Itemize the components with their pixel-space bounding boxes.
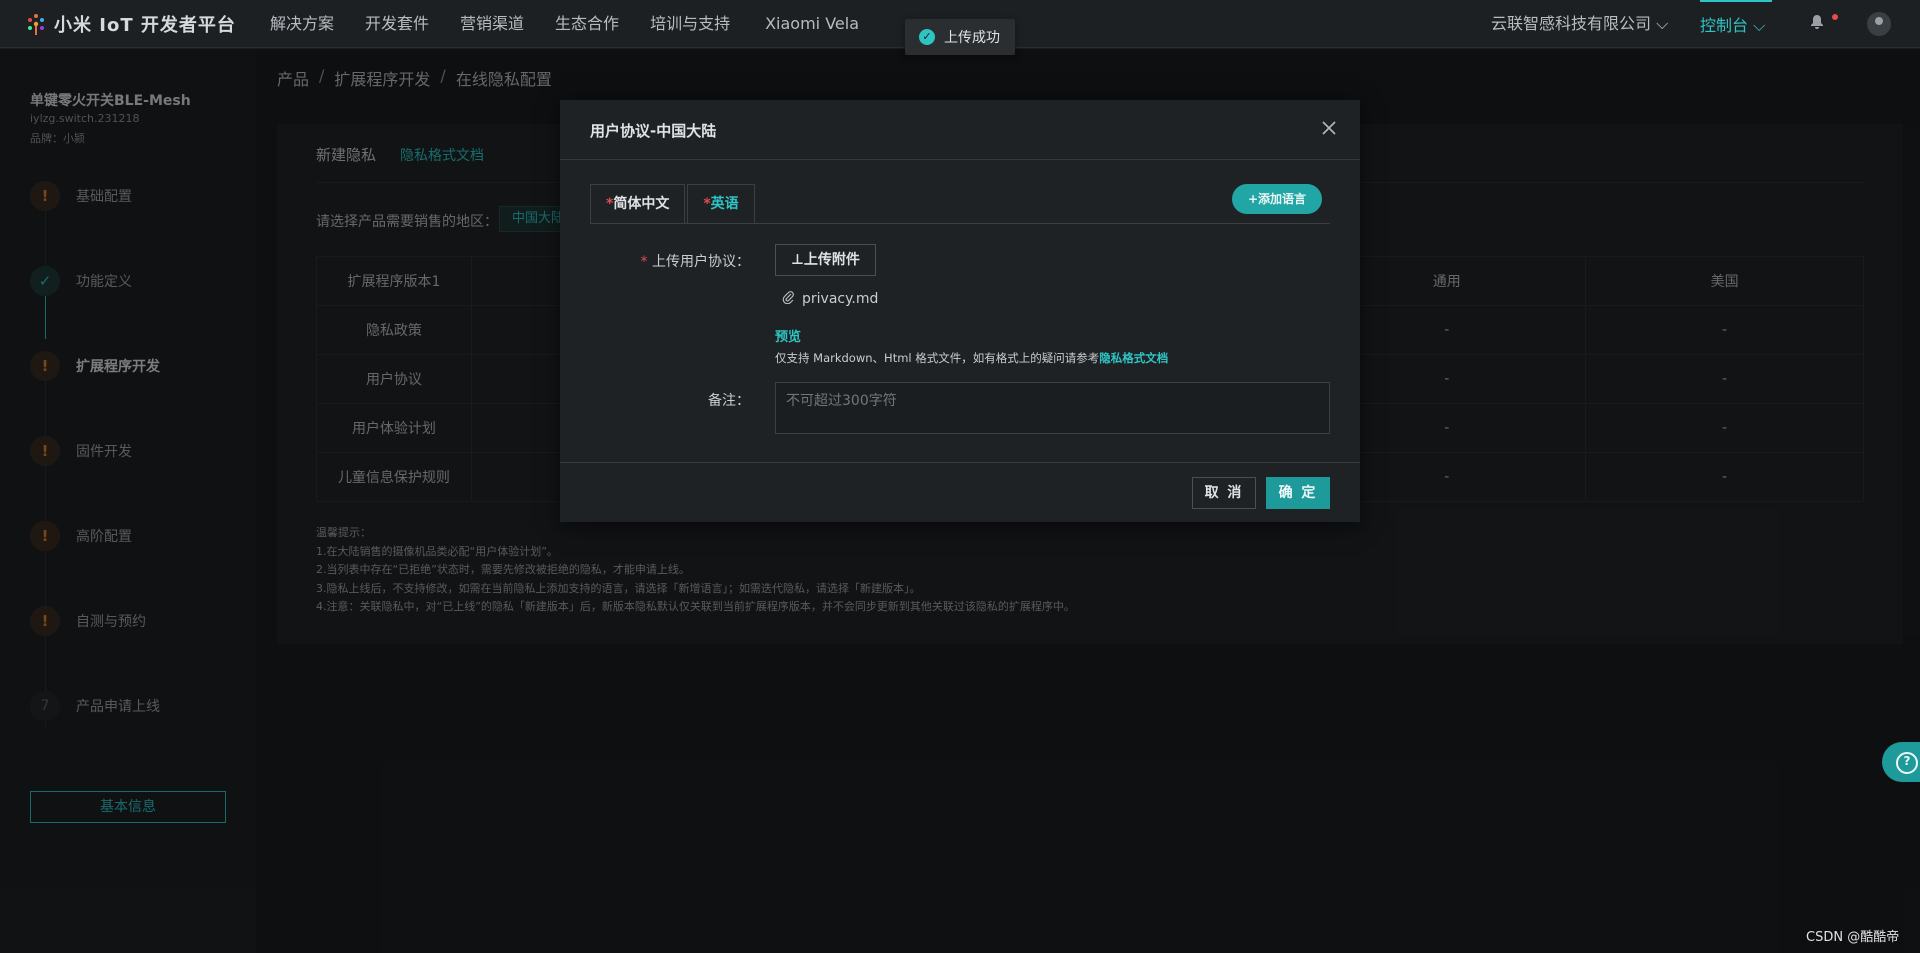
dialog-title: 用户协议-中国大陆 (590, 122, 717, 140)
watermark: CSDN @酷酷帝 (1806, 930, 1900, 945)
preview-link[interactable]: 预览 (775, 326, 801, 345)
uploaded-file[interactable]: privacy.md (782, 290, 878, 308)
upload-attachment-button[interactable]: ⊥上传附件 (775, 244, 876, 276)
format-hint: 仅支持 Markdown、Html 格式文件，如有格式上的疑问请参考隐私格式文档 (775, 351, 1169, 365)
nav-ecosystem[interactable]: 生态合作 (555, 0, 619, 48)
upload-success-toast: ✓ 上传成功 (905, 19, 1015, 55)
platform-logo[interactable]: 小米 IoT 开发者平台 (26, 11, 236, 37)
xiaomi-iot-logo-icon (26, 13, 46, 35)
language-tabs: *简体中文 *英语 (590, 184, 757, 224)
nav-dev-kits[interactable]: 开发套件 (365, 0, 429, 48)
nav-solutions[interactable]: 解决方案 (270, 0, 334, 48)
help-icon[interactable] (1882, 742, 1920, 782)
confirm-button[interactable]: 确 定 (1266, 477, 1330, 509)
company-selector[interactable]: 云联智感科技有限公司 ⌵ (1491, 0, 1668, 48)
nav-marketing[interactable]: 营销渠道 (460, 0, 524, 48)
privacy-format-doc-link[interactable]: 隐私格式文档 (1099, 351, 1168, 365)
main-nav: 解决方案 开发套件 营销渠道 生态合作 培训与支持 Xiaomi Vela (270, 0, 890, 48)
nav-training[interactable]: 培训与支持 (650, 0, 730, 48)
tabs-divider (590, 223, 1330, 224)
upload-agreement-label: * 上传用户协议： (640, 254, 750, 270)
tab-simplified-chinese[interactable]: *简体中文 (590, 184, 686, 224)
user-avatar-icon[interactable] (1867, 12, 1891, 36)
toast-message: 上传成功 (944, 30, 1000, 46)
remark-textarea[interactable]: 不可超过300字符 (775, 382, 1330, 434)
nav-xiaomi-vela[interactable]: Xiaomi Vela (765, 0, 859, 48)
user-agreement-dialog: 用户协议-中国大陆 *简体中文 *英语 +添加语言 * 上传用户协议： ⊥上传附… (560, 100, 1360, 522)
file-name: privacy.md (802, 291, 879, 307)
close-icon[interactable] (1322, 116, 1336, 140)
tab-english[interactable]: *英语 (687, 184, 755, 224)
cancel-button[interactable]: 取 消 (1192, 477, 1256, 509)
tab-label: 英语 (710, 196, 739, 212)
paperclip-icon (782, 290, 794, 308)
divider (560, 159, 1360, 160)
remark-label: 备注： (708, 393, 750, 409)
bell-icon[interactable] (1810, 14, 1830, 34)
platform-name: 小米 IoT 开发者平台 (54, 15, 236, 36)
notification-dot (1832, 14, 1838, 20)
divider (560, 462, 1360, 463)
console-menu[interactable]: 控制台 ⌵ (1700, 0, 1772, 48)
add-language-button[interactable]: +添加语言 (1232, 184, 1322, 214)
tab-label: 简体中文 (613, 196, 670, 212)
success-check-icon: ✓ (919, 29, 935, 45)
